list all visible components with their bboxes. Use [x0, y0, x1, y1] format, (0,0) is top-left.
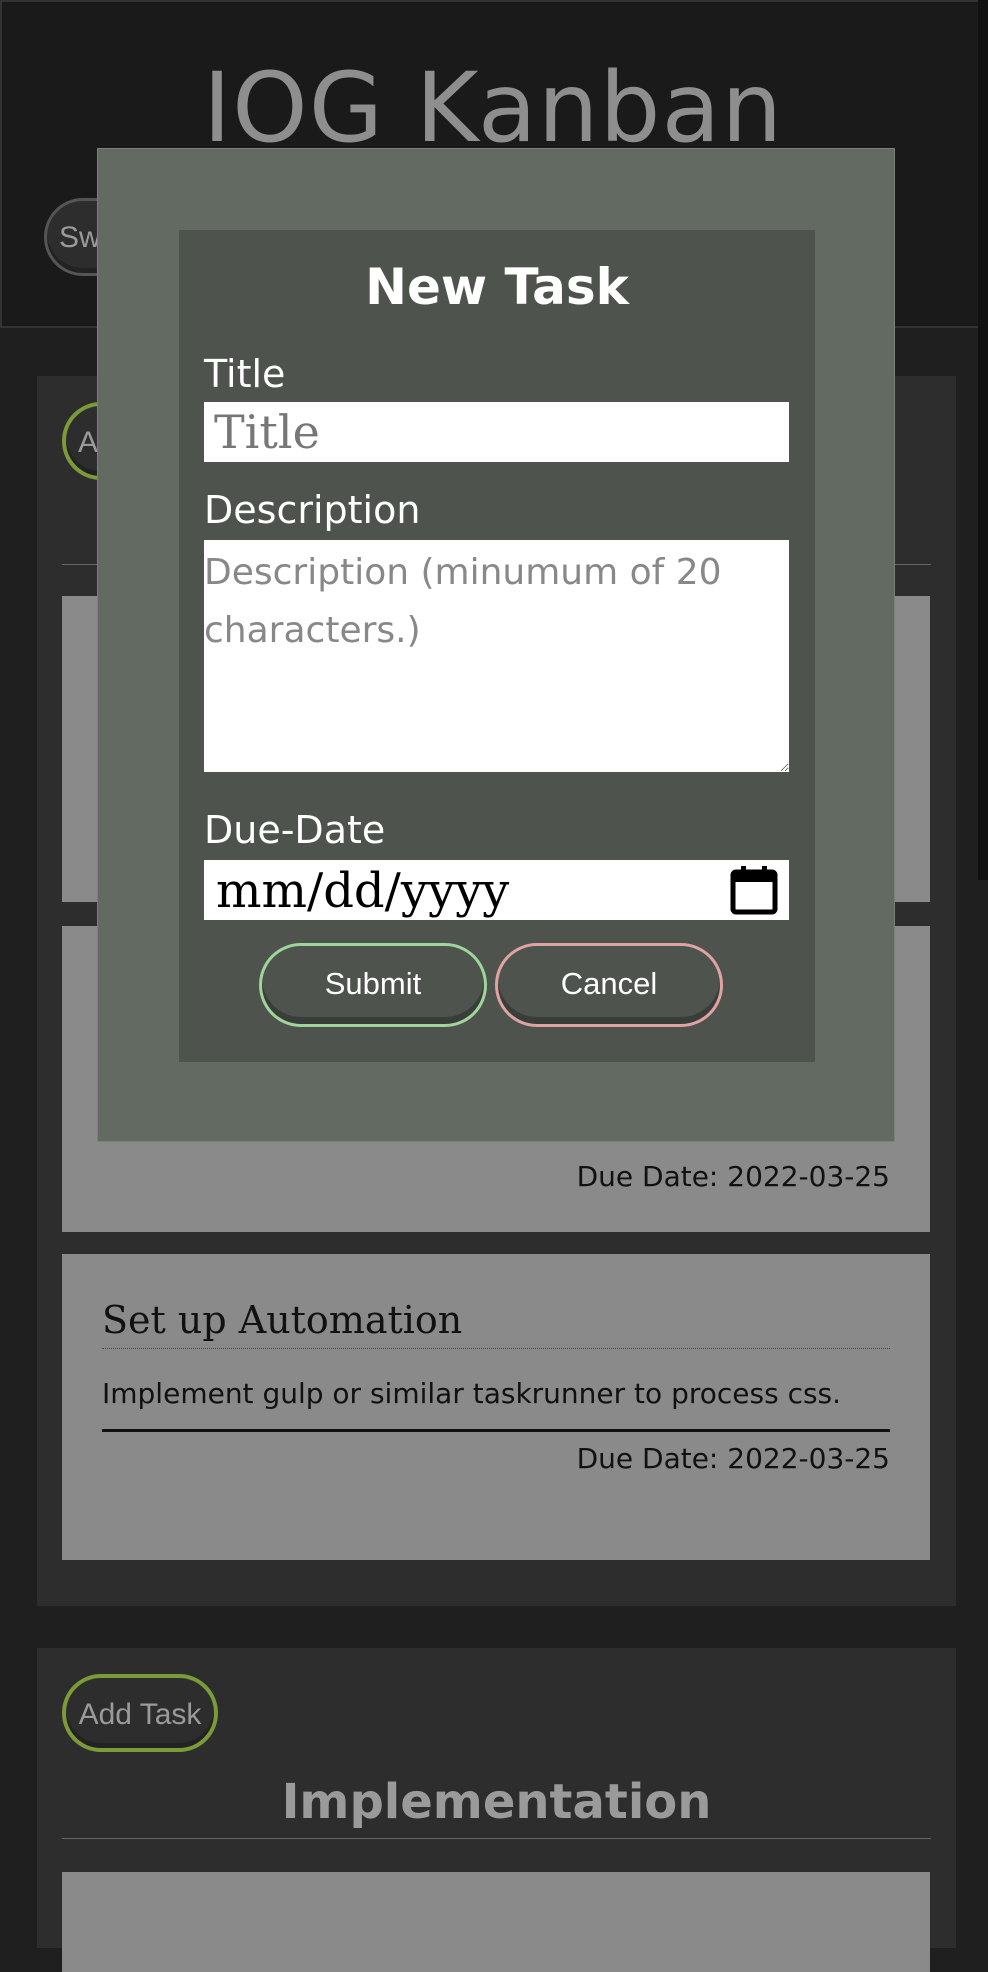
card-title: Set up Automation: [102, 1298, 890, 1349]
card-description: Implement gulp or similar taskrunner to …: [102, 1371, 890, 1432]
column-divider: [62, 1838, 931, 1839]
modal-title: New Task: [365, 258, 629, 316]
task-card: Set up Automation Implement gulp or simi…: [62, 1254, 930, 1560]
new-task-form: New Task Title Description Due-Date mm/d…: [179, 230, 815, 1062]
title-input[interactable]: [204, 402, 789, 462]
card-due-date: Due Date: 2022-03-25: [576, 1160, 890, 1193]
task-card: [62, 1872, 930, 1972]
due-date-input[interactable]: mm/dd/yyyy: [204, 860, 789, 920]
description-textarea[interactable]: [204, 540, 789, 772]
add-task-button[interactable]: Add Task: [62, 1674, 218, 1752]
card-due-date: Due Date: 2022-03-25: [576, 1442, 890, 1475]
due-date-placeholder: mm/dd/yyyy: [216, 863, 510, 919]
due-date-label: Due-Date: [204, 808, 386, 852]
scrollbar[interactable]: [978, 0, 988, 880]
kanban-column: Add Task Implementation: [37, 1648, 956, 1972]
column-title: Implementation: [281, 1774, 712, 1830]
submit-button[interactable]: Submit: [259, 943, 487, 1027]
description-label: Description: [204, 488, 421, 532]
cancel-button[interactable]: Cancel: [495, 943, 723, 1027]
title-label: Title: [204, 352, 286, 396]
modal-backdrop: New Task Title Description Due-Date mm/d…: [97, 148, 895, 1142]
calendar-icon[interactable]: [729, 864, 779, 916]
